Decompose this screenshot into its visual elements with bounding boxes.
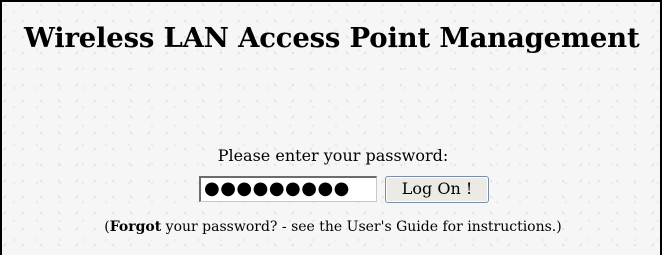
help-text: (Forgot your password? - see the User's … <box>2 219 664 235</box>
password-field[interactable]: ●●●●●●●●● <box>199 176 377 202</box>
help-text-rest: your password? - see the User's Guide fo… <box>161 219 562 235</box>
password-prompt: Please enter your password: <box>217 146 449 165</box>
log-on-button[interactable]: Log On ! <box>385 176 489 203</box>
page-frame: Wireless LAN Access Point Management Ple… <box>0 0 662 255</box>
page-title: Wireless LAN Access Point Management <box>24 22 640 54</box>
forgot-link[interactable]: Forgot <box>110 219 161 235</box>
